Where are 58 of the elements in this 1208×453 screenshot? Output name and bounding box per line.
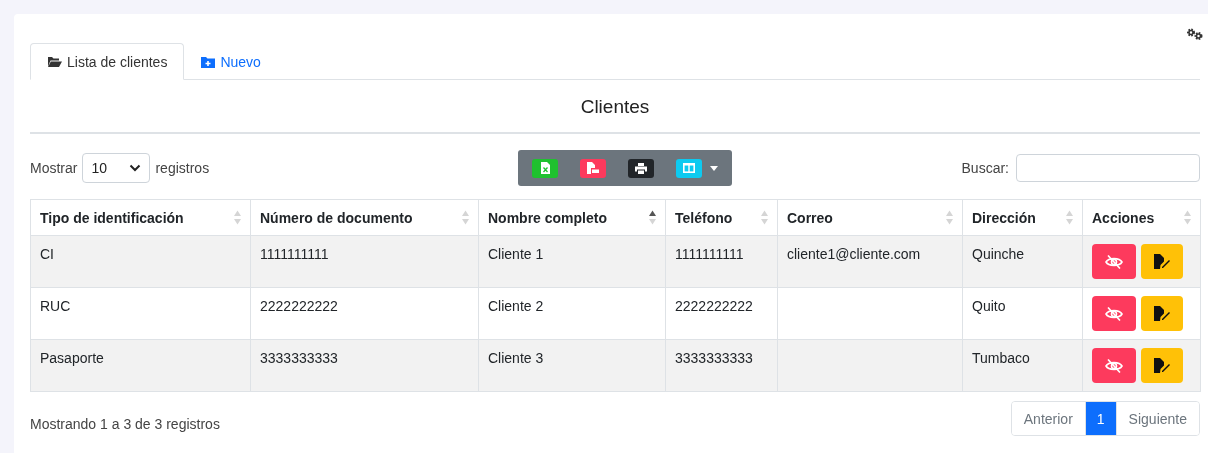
column-visibility-button[interactable] xyxy=(676,158,718,178)
file-pen-icon xyxy=(1154,358,1170,373)
records-label: registros xyxy=(155,160,210,176)
column-header[interactable]: Dirección xyxy=(962,199,1083,236)
printer-icon xyxy=(635,162,647,174)
hide-button[interactable] xyxy=(1092,296,1136,331)
column-header[interactable]: Acciones xyxy=(1082,199,1201,236)
table-cell: Cliente 1 xyxy=(488,246,544,262)
print-button[interactable] xyxy=(628,158,654,178)
table-cell: 3333333333 xyxy=(675,350,753,366)
excel-button[interactable] xyxy=(532,158,558,178)
edit-button[interactable] xyxy=(1141,244,1183,279)
folder-open-icon xyxy=(47,55,62,68)
eye-slash-icon xyxy=(1105,306,1123,321)
table-cell: 1111111111 xyxy=(675,246,744,262)
column-header[interactable]: Teléfono xyxy=(665,199,778,236)
search-label: Buscar: xyxy=(961,160,1009,176)
pdf-button[interactable] xyxy=(580,158,606,178)
file-pen-icon xyxy=(1154,306,1170,321)
table-cell: cliente1@cliente.com xyxy=(787,246,921,262)
folder-plus-icon xyxy=(201,55,216,68)
column-header[interactable]: Nombre completo xyxy=(478,199,666,236)
show-label: Mostrar xyxy=(30,160,78,176)
chevron-down-icon xyxy=(129,164,142,172)
column-header[interactable]: Tipo de identificación xyxy=(30,199,251,236)
eye-slash-icon xyxy=(1105,254,1123,269)
table-cell: Cliente 3 xyxy=(488,350,544,366)
eye-slash-icon xyxy=(1105,358,1123,373)
hide-button[interactable] xyxy=(1092,348,1136,383)
tab[interactable]: Lista de clientes xyxy=(30,43,185,80)
table-cell: Quito xyxy=(972,298,1006,314)
table-cell: RUC xyxy=(40,298,71,314)
table-cell: Tumbaco xyxy=(972,350,1030,366)
table-cell: 3333333333 xyxy=(260,350,338,366)
page-title: Clientes xyxy=(30,80,1200,134)
table-cell: Cliente 2 xyxy=(488,298,544,314)
table-cell: 2222222222 xyxy=(260,298,338,314)
column-header[interactable]: Número de documento xyxy=(250,199,479,236)
columns-icon xyxy=(683,163,695,173)
table-info: Mostrando 1 a 3 de 3 registros xyxy=(30,415,220,432)
file-pen-icon xyxy=(1154,254,1170,269)
excel-file-icon xyxy=(540,162,550,174)
edit-button[interactable] xyxy=(1141,348,1183,383)
page-button[interactable]: 1 xyxy=(1084,402,1116,435)
pdf-file-icon xyxy=(587,162,599,174)
table-cell: 1111111111 xyxy=(260,246,329,262)
column-header[interactable]: Correo xyxy=(777,199,963,236)
table-cell: 2222222222 xyxy=(675,298,753,314)
settings-icon[interactable] xyxy=(1186,28,1204,40)
table-cell: Quinche xyxy=(972,246,1025,262)
edit-button[interactable] xyxy=(1141,296,1183,331)
search-field[interactable] xyxy=(1016,154,1200,182)
table-cell: Pasaporte xyxy=(40,350,104,366)
caret-icon xyxy=(710,165,718,171)
page-size-select[interactable]: 10 xyxy=(82,153,151,183)
hide-button[interactable] xyxy=(1092,244,1136,279)
table-cell: CI xyxy=(40,246,54,262)
tab[interactable]: Nuevo xyxy=(184,43,278,80)
